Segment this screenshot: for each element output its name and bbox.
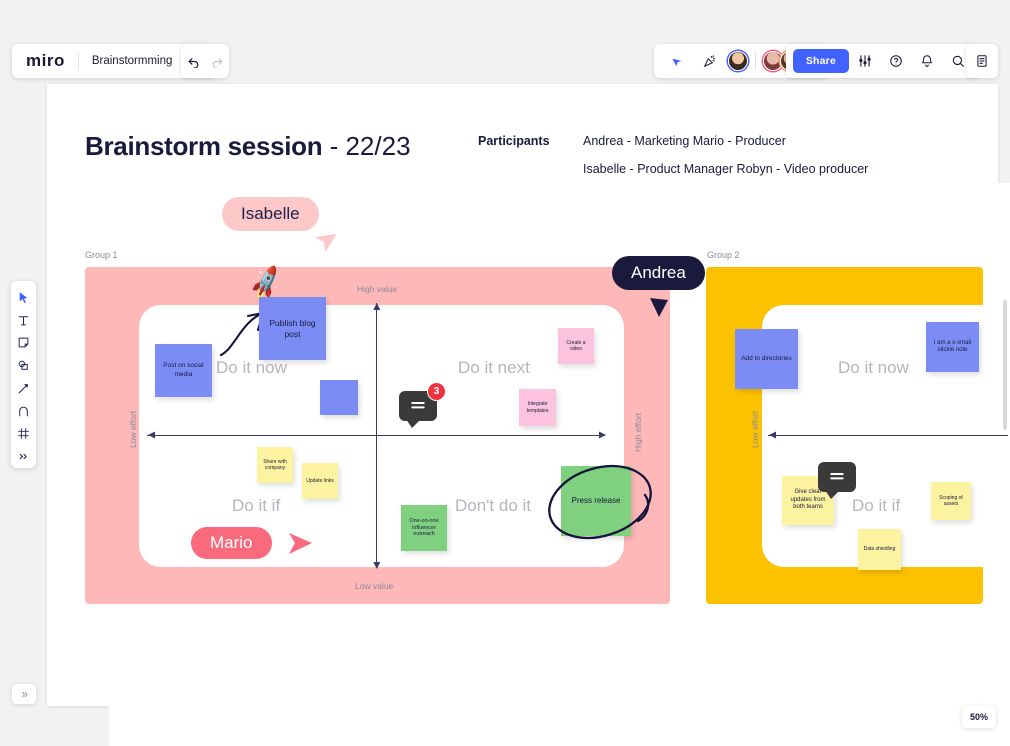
actions-group: Share xyxy=(785,44,980,78)
sticky-note[interactable]: I am a x-small stickie note xyxy=(926,322,979,372)
avatar[interactable] xyxy=(728,51,748,71)
cursor-label-andrea: Andrea xyxy=(612,256,705,290)
participants-line-2: Isabelle - Product Manager Robyn - Video… xyxy=(583,162,869,176)
page-title: Brainstorm session - 22/23 xyxy=(85,131,411,162)
connector-tool[interactable] xyxy=(11,400,36,423)
shapes-tool[interactable] xyxy=(11,354,36,377)
sticky-note[interactable]: Add to directories xyxy=(735,329,798,389)
confetti-icon[interactable] xyxy=(695,46,725,76)
zoom-level-indicator[interactable]: 50% xyxy=(961,706,996,728)
axis-label-low-effort-2: Low effort xyxy=(750,410,760,448)
sticky-note[interactable]: Data shielding xyxy=(858,529,901,570)
question-circle-icon[interactable] xyxy=(881,46,911,76)
cursor-pointer-andrea xyxy=(650,298,668,317)
sticky-note[interactable]: One-on-one influencer outreach xyxy=(401,505,447,551)
bell-icon[interactable] xyxy=(912,46,942,76)
select-tool[interactable] xyxy=(11,286,36,309)
top-toolbar: miro Brainstormming Share xyxy=(0,44,1010,78)
more-tools[interactable] xyxy=(11,445,36,468)
comment-count-badge: 3 xyxy=(427,382,446,401)
group-2-label: Group 2 xyxy=(707,250,740,260)
axis-label-low-effort: Low effort xyxy=(128,410,138,448)
axis-label-high-value: High value xyxy=(357,284,398,294)
group-1-label: Group 1 xyxy=(85,250,118,260)
miro-logo[interactable]: miro xyxy=(12,51,78,71)
cursor-label-mario: Mario xyxy=(191,527,272,559)
undo-icon[interactable] xyxy=(181,46,205,76)
history-group xyxy=(181,44,229,78)
cursor-pointer-isabelle xyxy=(314,233,337,253)
pen-tool[interactable] xyxy=(11,377,36,400)
sticky-note[interactable]: Post on social media xyxy=(155,344,212,397)
miro-board-app: miro Brainstormming Share Brainstorm ses… xyxy=(0,0,1010,746)
quadrant-do-it-now-2: Do it now xyxy=(838,358,909,377)
horizontal-axis-2 xyxy=(768,435,1008,437)
sliders-icon[interactable] xyxy=(850,46,880,76)
quadrant-dont-do-it: Don't do it xyxy=(455,496,532,515)
axis-label-low-value: Low value xyxy=(355,581,394,591)
axis-label-high-effort: High effort xyxy=(633,412,643,452)
page-title-bold: Brainstorm session xyxy=(85,131,323,161)
sticky-note[interactable]: Update links xyxy=(302,463,338,499)
quadrant-do-it-if-2: Do it if xyxy=(852,496,901,515)
participants-line-1: Andrea - Marketing Mario - Producer xyxy=(583,134,786,148)
text-tool[interactable] xyxy=(11,309,36,332)
cursor-share-icon[interactable] xyxy=(662,46,692,76)
document-icon[interactable] xyxy=(966,44,998,78)
frame-tool[interactable] xyxy=(11,423,36,446)
collapse-panel-button[interactable] xyxy=(12,684,36,704)
handdrawn-circle xyxy=(548,464,652,540)
page-title-light: - 22/23 xyxy=(322,131,411,161)
sticky-note[interactable]: Integrate templates xyxy=(519,389,556,426)
participants-label: Participants xyxy=(478,134,550,148)
share-button[interactable]: Share xyxy=(792,49,849,73)
comment-bubble[interactable]: 3 xyxy=(399,382,446,428)
vertical-scrollbar[interactable] xyxy=(1003,300,1007,430)
axis-arrowheads-vertical xyxy=(373,303,381,569)
cursor-label-isabelle: Isabelle xyxy=(222,197,319,231)
sticky-note-tool[interactable] xyxy=(11,332,36,355)
comment-bubble[interactable] xyxy=(818,462,856,499)
axis-arrowhead-2 xyxy=(769,431,776,439)
cursor-pointer-mario xyxy=(289,533,312,554)
sticky-note[interactable]: Scoping of assets xyxy=(931,482,971,520)
redo-icon[interactable] xyxy=(205,46,229,76)
comment-lines-icon xyxy=(411,402,425,409)
quadrant-do-it-now: Do it now xyxy=(216,358,287,377)
sticky-note[interactable] xyxy=(320,380,358,415)
quadrant-do-it-next: Do it next xyxy=(458,358,530,377)
sticky-note[interactable]: Create a video xyxy=(558,328,594,364)
sticky-note[interactable]: Publish blog post xyxy=(259,297,326,360)
board-name[interactable]: Brainstormming xyxy=(79,55,186,67)
quadrant-do-it-if: Do it if xyxy=(232,496,281,515)
sticky-note[interactable]: Share with company xyxy=(257,447,293,483)
left-toolbar xyxy=(11,281,36,468)
divider xyxy=(755,52,756,70)
comment-lines-icon xyxy=(830,473,844,480)
